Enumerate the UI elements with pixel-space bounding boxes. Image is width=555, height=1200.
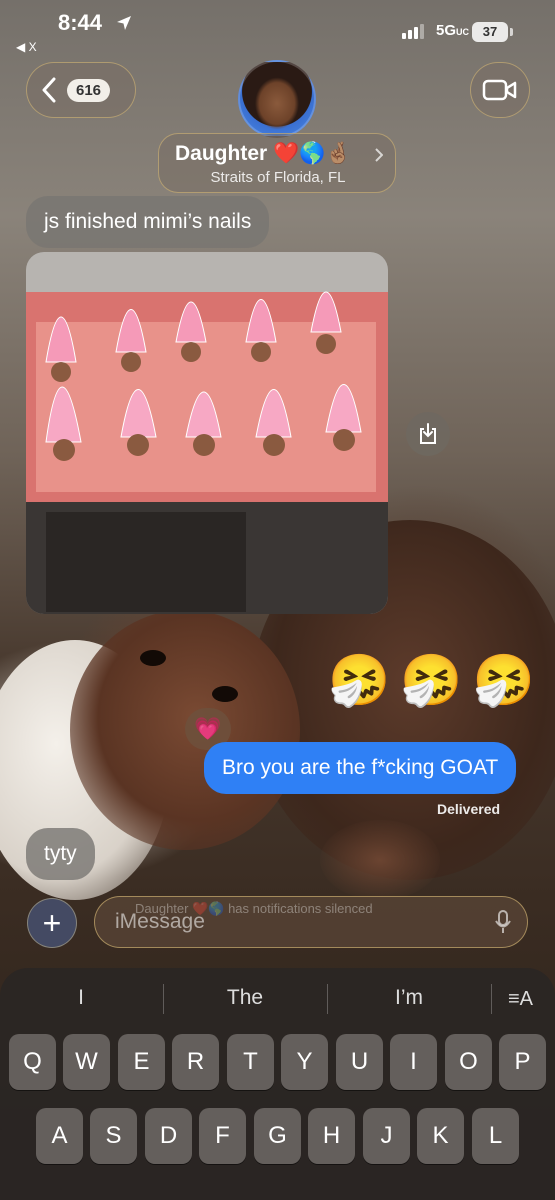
suggestion-item[interactable]: I [6, 986, 156, 1010]
contact-avatar[interactable] [238, 60, 316, 138]
key-h[interactable]: H [308, 1108, 355, 1164]
microphone-icon[interactable] [495, 910, 511, 934]
suggestion-divider [491, 984, 492, 1014]
emoji-message[interactable]: 🤧 🤧 🤧 [328, 650, 535, 710]
contact-details-button[interactable]: Daughter ❤️🌎🤞🏽 Straits of Florida, FL [158, 133, 396, 193]
key-r[interactable]: R [172, 1034, 219, 1090]
nails-photo [26, 252, 388, 614]
status-bar: 8:44 ◀ X 5GUC 37 [0, 0, 555, 60]
battery-tip [510, 28, 513, 36]
sneezing-face-emoji: 🤧 [472, 652, 535, 708]
plus-icon: + [42, 905, 62, 941]
incoming-message[interactable]: js finished mimi’s nails [26, 196, 270, 248]
outgoing-message[interactable]: Bro you are the f*cking GOAT [204, 742, 517, 794]
key-y[interactable]: Y [281, 1034, 328, 1090]
delivery-status: Delivered [437, 801, 501, 817]
chevron-right-icon [375, 148, 383, 162]
sneezing-face-emoji: 🤧 [328, 652, 391, 708]
keyboard: I The I’m ≡A Q W E R T Y U I O P A S D F… [0, 968, 555, 1200]
unread-count-badge: 616 [67, 78, 111, 102]
suggestion-divider [163, 984, 164, 1014]
wallpaper-eye [212, 686, 238, 702]
suggestion-divider [327, 984, 328, 1014]
key-o[interactable]: O [445, 1034, 492, 1090]
key-q[interactable]: Q [9, 1034, 56, 1090]
key-k[interactable]: K [417, 1108, 464, 1164]
save-image-button[interactable] [406, 412, 450, 456]
key-t[interactable]: T [227, 1034, 274, 1090]
image-attachment-nails[interactable] [26, 252, 388, 614]
apps-plus-button[interactable]: + [27, 898, 77, 948]
key-j[interactable]: J [363, 1108, 410, 1164]
key-g[interactable]: G [254, 1108, 301, 1164]
battery-indicator: 37 [472, 22, 508, 42]
status-time: 8:44 [58, 10, 103, 35]
wallpaper-hand [320, 820, 440, 900]
video-camera-icon [482, 79, 517, 101]
location-arrow-icon [117, 16, 131, 30]
key-f[interactable]: F [199, 1108, 246, 1164]
key-w[interactable]: W [63, 1034, 110, 1090]
key-d[interactable]: D [145, 1108, 192, 1164]
network-type: 5GUC [436, 22, 470, 39]
key-i[interactable]: I [390, 1034, 437, 1090]
back-button[interactable]: 616 [26, 62, 136, 118]
incoming-message[interactable]: tyty [26, 828, 95, 880]
sneezing-face-emoji: 🤧 [400, 652, 463, 708]
suggestion-item[interactable]: The [170, 986, 320, 1010]
key-s[interactable]: S [90, 1108, 137, 1164]
facetime-video-button[interactable] [470, 62, 530, 118]
chevron-left-icon [42, 77, 56, 103]
key-l[interactable]: L [472, 1108, 519, 1164]
key-e[interactable]: E [118, 1034, 165, 1090]
wallpaper-eye [140, 650, 166, 666]
suggestion-item[interactable]: I’m [334, 986, 484, 1010]
download-icon [420, 423, 436, 444]
text-effects-icon[interactable]: ≡A [508, 988, 533, 1011]
message-placeholder: iMessage [115, 910, 205, 933]
key-u[interactable]: U [336, 1034, 383, 1090]
key-p[interactable]: P [499, 1034, 546, 1090]
back-to-app[interactable]: ◀ X [16, 40, 37, 54]
message-input[interactable]: Daughter ❤️🌎 has notifications silenced … [94, 896, 528, 948]
key-a[interactable]: A [36, 1108, 83, 1164]
contact-location: Straits of Florida, FL [210, 169, 346, 186]
contact-name: Daughter ❤️🌎🤞🏽 [175, 142, 352, 165]
cellular-signal-icon [402, 24, 424, 39]
